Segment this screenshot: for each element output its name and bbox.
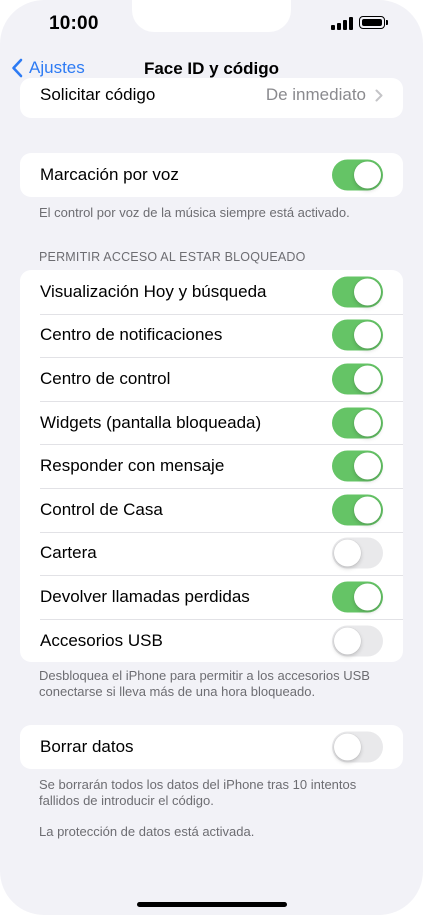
toggle-knob: [334, 627, 361, 655]
battery-icon: [359, 16, 388, 29]
toggle-knob: [354, 409, 381, 437]
locked-access-row: Responder con mensaje: [20, 444, 403, 488]
locked-access-header: PERMITIR ACCESO AL ESTAR BLOQUEADO: [39, 250, 306, 264]
require-code-group: Solicitar código De inmediato: [20, 78, 403, 118]
chevron-right-icon: [375, 89, 383, 101]
locked-access-row: Centro de notificaciones: [20, 313, 403, 358]
cellular-signal-icon: [331, 17, 353, 30]
voice-dial-footer: El control por voz de la música siempre …: [39, 205, 350, 220]
locked-access-footer: Desbloquea el iPhone para permitir a los…: [39, 668, 370, 699]
toggle-knob: [354, 452, 381, 480]
locked-access-toggle[interactable]: [332, 276, 383, 308]
locked-access-row: Visualización Hoy y búsqueda: [20, 270, 403, 314]
toggle-knob: [354, 496, 381, 524]
locked-access-label: Devolver llamadas perdidas: [40, 586, 250, 606]
locked-access-toggle[interactable]: [332, 407, 383, 439]
locked-access-group: Visualización Hoy y búsqueda Centro de no…: [20, 270, 403, 663]
toggle-knob: [354, 278, 381, 306]
voice-dial-label: Marcación por voz: [40, 164, 179, 184]
status-bar: 10:00: [0, 0, 423, 50]
voice-dial-toggle[interactable]: [332, 159, 383, 191]
require-code-row[interactable]: Solicitar código De inmediato: [20, 78, 403, 118]
erase-data-group: Borrar datos: [20, 725, 403, 769]
locked-access-label: Cartera: [40, 543, 97, 563]
locked-access-row: Accesorios USB: [20, 618, 403, 663]
notch: [132, 0, 291, 32]
erase-data-label: Borrar datos: [40, 736, 134, 756]
toggle-knob: [334, 733, 361, 761]
locked-access-row: Cartera: [20, 531, 403, 576]
locked-access-label: Centro de control: [40, 368, 171, 388]
locked-access-toggle[interactable]: [332, 319, 383, 351]
locked-access-label: Centro de notificaciones: [40, 325, 223, 345]
erase-data-toggle[interactable]: [332, 731, 383, 763]
phone-screen: 10:00 Ajustes Face ID y código Solicitar…: [0, 0, 423, 915]
locked-access-row: Centro de control: [20, 357, 403, 401]
locked-access-toggle[interactable]: [332, 537, 383, 569]
data-protection-note: La protección de datos está activada.: [39, 824, 255, 839]
locked-access-toggle[interactable]: [332, 363, 383, 395]
locked-access-row: Widgets (pantalla bloqueada): [20, 400, 403, 445]
voice-dial-row: Marcación por voz: [20, 153, 403, 197]
require-code-value-text: De inmediato: [265, 85, 366, 104]
toggle-knob: [334, 539, 361, 567]
locked-access-toggle[interactable]: [332, 450, 383, 482]
home-indicator: [137, 902, 287, 907]
erase-data-footer: Se borrarán todos los datos del iPhone t…: [39, 777, 357, 808]
toggle-knob: [354, 321, 381, 349]
voice-dial-group: Marcación por voz: [20, 153, 403, 197]
locked-access-label: Visualización Hoy y búsqueda: [40, 281, 267, 301]
locked-access-label: Responder con mensaje: [40, 456, 225, 476]
locked-access-label: Widgets (pantalla bloqueada): [40, 412, 262, 432]
locked-access-toggle[interactable]: [332, 494, 383, 526]
locked-access-row: Control de Casa: [20, 487, 403, 532]
require-code-value: De inmediato: [266, 85, 383, 105]
locked-access-label: Accesorios USB: [40, 630, 163, 650]
erase-data-row: Borrar datos: [20, 725, 403, 769]
locked-access-label: Control de Casa: [40, 499, 163, 519]
toggle-knob: [354, 365, 381, 393]
require-code-label: Solicitar código: [40, 85, 156, 104]
toggle-knob: [354, 583, 381, 611]
locked-access-toggle[interactable]: [332, 581, 383, 613]
page-title: Face ID y código: [143, 59, 280, 78]
locked-access-toggle[interactable]: [332, 625, 383, 657]
status-time: 10:00: [49, 13, 99, 34]
toggle-knob: [354, 161, 381, 189]
locked-access-row: Devolver llamadas perdidas: [20, 575, 403, 619]
